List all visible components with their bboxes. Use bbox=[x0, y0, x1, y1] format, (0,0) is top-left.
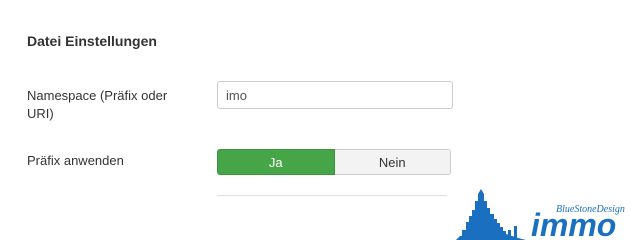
bluestone-immo-logo: immo BlueStoneDesign bbox=[456, 189, 625, 240]
divider bbox=[217, 195, 447, 196]
logo-brand-text: BlueStoneDesign bbox=[556, 204, 625, 215]
settings-panel: Datei Einstellungen Namespace (Präfix od… bbox=[0, 0, 640, 240]
prefix-apply-toggle: Ja Nein bbox=[217, 149, 451, 175]
prefix-apply-label: Präfix anwenden bbox=[27, 153, 124, 168]
toggle-yes-button[interactable]: Ja bbox=[217, 149, 335, 175]
namespace-input[interactable] bbox=[217, 81, 453, 109]
section-title: Datei Einstellungen bbox=[27, 33, 157, 49]
namespace-label: Namespace (Präfix oder URI) bbox=[27, 88, 168, 121]
toggle-no-button[interactable]: Nein bbox=[334, 149, 451, 175]
